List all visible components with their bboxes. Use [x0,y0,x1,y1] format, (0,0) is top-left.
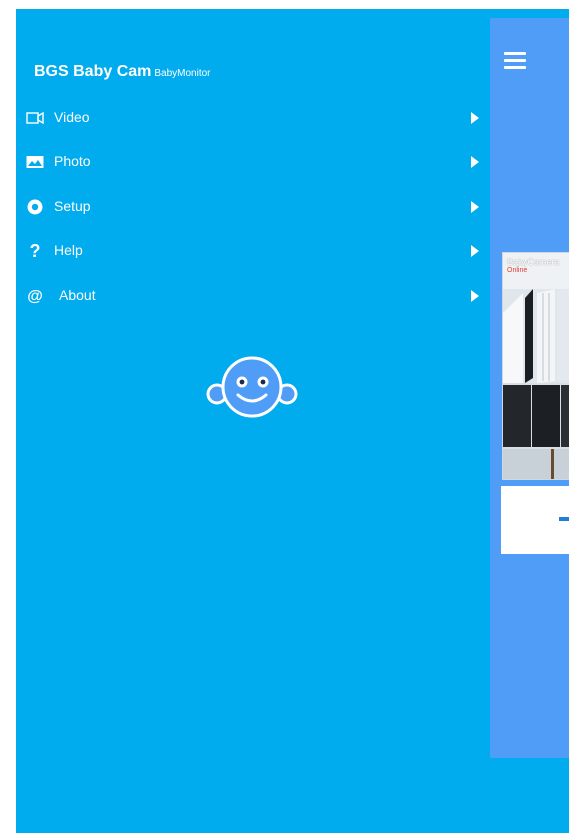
about-icon: @ [25,286,45,306]
chevron-right-icon [471,156,479,168]
menu-item-video[interactable]: Video [16,98,490,138]
menu-item-label: Photo [54,153,91,169]
camera-id: HFG406239-VST [507,277,562,284]
help-icon: ? [25,241,45,261]
menu-item-about[interactable]: @ About [16,276,490,316]
navigation-drawer: BGS Baby Cam BabyMonitor Video Photo Set… [16,9,490,833]
menu-item-label: About [59,287,96,303]
app-title-row: BGS Baby Cam BabyMonitor [34,63,211,81]
menu-item-setup[interactable]: Setup [16,187,490,227]
menu-item-help[interactable]: ? Help [16,231,490,271]
camera-card[interactable]: BabyCamera Online HFG406239-VST [502,252,569,480]
baby-face-logo-icon [206,356,298,418]
app-title: BGS Baby Cam [34,63,152,80]
chevron-right-icon [471,245,479,257]
hamburger-menu-icon[interactable] [504,52,526,70]
app-screen: BabyCamera Online HFG406239-VST BGS Baby… [16,9,569,833]
svg-text:?: ? [30,241,41,261]
menu-item-label: Video [54,109,90,125]
chevron-right-icon [471,290,479,302]
camera-feed-image [503,253,569,479]
main-panel: BabyCamera Online HFG406239-VST [490,18,569,758]
plus-icon [559,517,569,521]
menu-item-label: Setup [54,198,91,214]
setup-icon [25,197,45,217]
video-icon [25,108,45,128]
camera-name: BabyCamera [507,257,560,267]
app-subtitle: BabyMonitor [154,68,211,79]
add-camera-button[interactable] [501,486,569,554]
menu-item-label: Help [54,242,83,258]
chevron-right-icon [471,201,479,213]
camera-status: Online [507,267,528,274]
svg-text:@: @ [27,288,43,305]
photo-icon [25,152,45,172]
menu-item-photo[interactable]: Photo [16,142,490,182]
chevron-right-icon [471,112,479,124]
